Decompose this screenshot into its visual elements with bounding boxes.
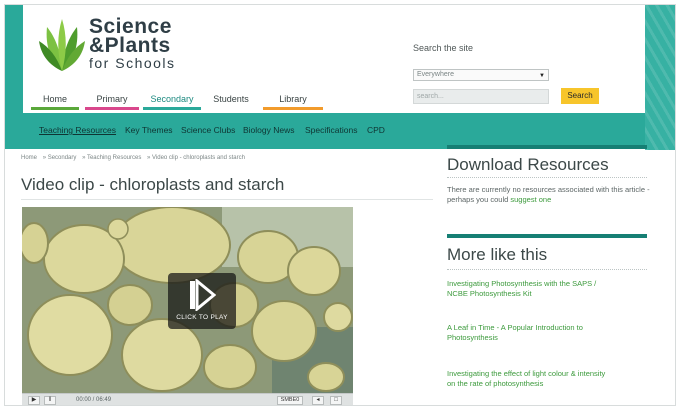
main-nav-underline <box>85 107 139 110</box>
site-search: Search the site Everywhere ▼ search... S… <box>413 43 613 104</box>
click-to-play-label: CLICK TO PLAY <box>176 314 228 321</box>
fullscreen-icon: □ <box>334 397 338 403</box>
more-top-rule <box>447 234 647 238</box>
pause-button[interactable]: ‖ <box>44 396 56 405</box>
download-resources-title: Download Resources <box>447 155 609 174</box>
logo-text: Science &Plants for Schools <box>89 16 176 71</box>
page-title: Video clip - chloroplasts and starch <box>21 175 285 194</box>
play-button[interactable]: ▶ <box>28 396 40 405</box>
main-nav-underline <box>143 107 201 110</box>
breadcrumb: Home » Secondary » Teaching Resources » … <box>21 155 249 161</box>
main-nav-underline <box>263 107 323 110</box>
video-controls: ▶ ‖ 00:00 / 06:49 SMBE0 ◂ □ <box>22 393 353 405</box>
more-like-this-title: More like this <box>447 245 548 264</box>
play-icon: ▶ <box>31 397 37 403</box>
main-nav-students[interactable]: Students <box>205 90 257 110</box>
logo-line-3: for Schools <box>89 55 176 71</box>
main-nav-label: Home <box>42 94 67 104</box>
main-nav-label: Students <box>213 94 249 104</box>
breadcrumb-item[interactable]: » Secondary <box>43 155 77 161</box>
title-divider <box>21 199 433 200</box>
download-top-rule <box>447 145 647 149</box>
video-player[interactable]: CLICK TO PLAY ▶ ‖ 00:00 / 06:49 SMBE0 ◂ … <box>22 207 353 405</box>
video-timecode: 00:00 / 06:49 <box>76 397 112 403</box>
volume-button[interactable]: ◂ <box>312 396 324 405</box>
logo-line-2: &Plants <box>89 34 171 57</box>
header-pattern-right <box>645 5 675 150</box>
breadcrumb-item[interactable]: » Teaching Resources <box>82 155 141 161</box>
main-nav-label: Primary <box>96 94 128 104</box>
volume-icon: ◂ <box>316 397 320 403</box>
main-nav-label: Secondary <box>150 94 194 104</box>
search-scope-value: Everywhere <box>417 71 454 78</box>
sub-nav-key-themes[interactable]: Key Themes <box>125 125 173 135</box>
site-logo[interactable]: Science &Plants for Schools <box>39 16 189 77</box>
main-nav-secondary[interactable]: Secondary <box>143 90 201 110</box>
browser-page: Science &Plants for Schools Search the s… <box>4 4 676 406</box>
related-link[interactable]: A Leaf in Time - A Popular Introduction … <box>447 323 607 343</box>
main-nav-library[interactable]: Library <box>263 90 323 110</box>
chevron-down-icon: ▼ <box>539 73 545 79</box>
main-nav-underline <box>31 107 79 110</box>
breadcrumb-item: » Video clip - chloroplasts and starch <box>147 155 245 161</box>
header-pattern-left <box>5 5 23 113</box>
site-header: Science &Plants for Schools Search the s… <box>5 5 675 150</box>
play-overlay[interactable]: CLICK TO PLAY <box>168 273 236 329</box>
search-scope-select[interactable]: Everywhere ▼ <box>413 69 549 81</box>
related-link[interactable]: Investigating the effect of light colour… <box>447 369 607 389</box>
search-title: Search the site <box>413 43 474 53</box>
download-resources-text: There are currently no resources associa… <box>447 185 652 205</box>
pause-icon: ‖ <box>48 397 52 403</box>
sub-nav-science-clubs[interactable]: Science Clubs <box>181 125 235 135</box>
main-nav: Home Primary Secondary Students Library <box>23 90 383 110</box>
main-nav-home[interactable]: Home <box>31 90 79 110</box>
leaf-logo-icon <box>39 19 85 71</box>
sub-nav-teaching-resources[interactable]: Teaching Resources <box>39 125 116 135</box>
main-nav-label: Library <box>279 94 307 104</box>
breadcrumb-item[interactable]: Home <box>21 155 37 161</box>
main-nav-primary[interactable]: Primary <box>85 90 139 110</box>
header-inner: Science &Plants for Schools Search the s… <box>23 5 645 113</box>
fullscreen-button[interactable]: □ <box>330 396 342 405</box>
suggest-one-link[interactable]: suggest one <box>510 195 551 204</box>
sub-nav-cpd[interactable]: CPD <box>367 125 385 135</box>
quality-button[interactable]: SMBE0 <box>277 396 303 405</box>
download-divider <box>447 177 647 178</box>
sub-nav: Teaching Resources Key Themes Science Cl… <box>5 113 645 149</box>
search-input[interactable]: search... <box>413 89 549 104</box>
more-divider <box>447 269 647 270</box>
related-link[interactable]: Investigating Photosynthesis with the SA… <box>447 279 607 299</box>
sub-nav-specifications[interactable]: Specifications <box>305 125 357 135</box>
sub-nav-biology-news[interactable]: Biology News <box>243 125 295 135</box>
search-button[interactable]: Search <box>561 88 599 104</box>
play-icon <box>190 279 216 311</box>
